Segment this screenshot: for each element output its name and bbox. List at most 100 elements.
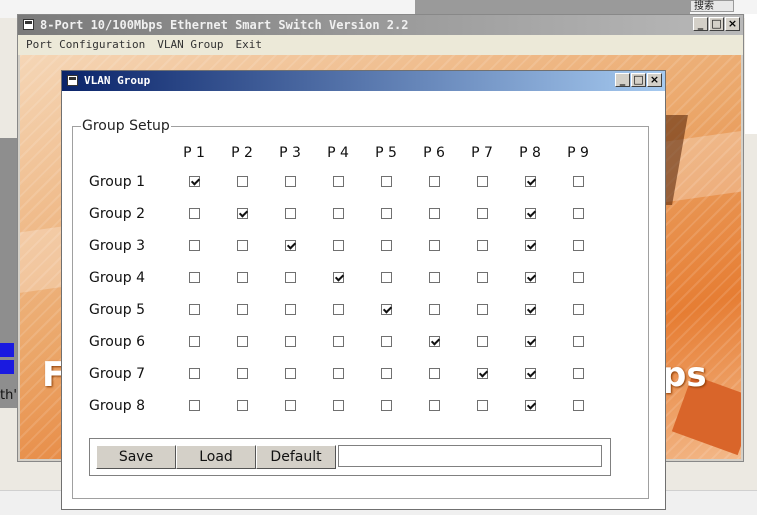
vlan-port-checkbox[interactable] <box>525 368 536 379</box>
vlan-port-checkbox[interactable] <box>333 400 344 411</box>
minimize-button[interactable]: _ <box>693 17 708 31</box>
save-button[interactable]: Save <box>96 445 176 469</box>
group-row-label: Group 5 <box>89 302 145 318</box>
vlan-port-checkbox[interactable] <box>573 208 584 219</box>
vlan-port-checkbox[interactable] <box>189 368 200 379</box>
vlan-port-checkbox[interactable] <box>525 240 536 251</box>
vlan-port-checkbox[interactable] <box>525 304 536 315</box>
vlan-port-checkbox[interactable] <box>477 240 488 251</box>
maximize-button[interactable]: □ <box>709 17 724 31</box>
vlan-port-checkbox[interactable] <box>381 336 392 347</box>
vlan-port-checkbox[interactable] <box>573 304 584 315</box>
vlan-port-checkbox[interactable] <box>573 176 584 187</box>
vlan-port-checkbox[interactable] <box>429 400 440 411</box>
dialog-close-button[interactable]: × <box>647 73 662 87</box>
vlan-port-checkbox[interactable] <box>525 400 536 411</box>
vlan-port-checkbox[interactable] <box>525 176 536 187</box>
vlan-port-checkbox[interactable] <box>285 208 296 219</box>
vlan-port-checkbox[interactable] <box>333 272 344 283</box>
vlan-port-checkbox[interactable] <box>189 304 200 315</box>
vlan-port-checkbox[interactable] <box>525 336 536 347</box>
vlan-port-checkbox[interactable] <box>429 304 440 315</box>
vlan-port-checkbox[interactable] <box>285 240 296 251</box>
vlan-port-checkbox[interactable] <box>429 368 440 379</box>
vlan-port-checkbox[interactable] <box>381 368 392 379</box>
vlan-port-checkbox[interactable] <box>381 208 392 219</box>
button-bar: Save Load Default <box>89 438 611 476</box>
background-search-button[interactable]: 搜索 <box>690 0 734 12</box>
vlan-port-checkbox[interactable] <box>285 176 296 187</box>
vlan-port-checkbox[interactable] <box>333 336 344 347</box>
vlan-port-checkbox[interactable] <box>525 208 536 219</box>
vlan-port-checkbox[interactable] <box>573 336 584 347</box>
vlan-port-checkbox[interactable] <box>237 336 248 347</box>
vlan-port-checkbox[interactable] <box>381 272 392 283</box>
vlan-port-checkbox[interactable] <box>381 240 392 251</box>
background-window-edge <box>415 0 690 14</box>
vlan-port-checkbox[interactable] <box>237 368 248 379</box>
main-window-titlebar[interactable]: 8-Port 10/100Mbps Ethernet Smart Switch … <box>18 15 743 35</box>
vlan-port-checkbox[interactable] <box>285 400 296 411</box>
vlan-port-checkbox[interactable] <box>477 304 488 315</box>
vlan-port-checkbox[interactable] <box>429 208 440 219</box>
vlan-port-checkbox[interactable] <box>477 272 488 283</box>
vlan-port-checkbox[interactable] <box>237 176 248 187</box>
menu-exit[interactable]: Exit <box>235 35 262 55</box>
vlan-port-checkbox[interactable] <box>477 208 488 219</box>
dialog-minimize-button[interactable]: _ <box>615 73 630 87</box>
vlan-port-checkbox[interactable] <box>189 208 200 219</box>
vlan-port-checkbox[interactable] <box>285 304 296 315</box>
vlan-port-checkbox[interactable] <box>189 400 200 411</box>
port-header: P 2 <box>231 145 253 161</box>
port-header: P 1 <box>183 145 205 161</box>
vlan-port-checkbox[interactable] <box>333 240 344 251</box>
vlan-port-checkbox[interactable] <box>429 176 440 187</box>
app-icon <box>23 19 34 30</box>
dialog-titlebar[interactable]: VLAN Group _ □ × <box>62 71 665 91</box>
vlan-port-checkbox[interactable] <box>333 304 344 315</box>
status-field[interactable] <box>338 445 602 467</box>
vlan-port-checkbox[interactable] <box>333 208 344 219</box>
vlan-port-checkbox[interactable] <box>189 176 200 187</box>
vlan-port-checkbox[interactable] <box>381 304 392 315</box>
vlan-port-checkbox[interactable] <box>285 336 296 347</box>
menu-port-configuration[interactable]: Port Configuration <box>26 35 145 55</box>
vlan-port-checkbox[interactable] <box>573 368 584 379</box>
menu-bar: Port Configuration VLAN Group Exit <box>18 35 743 55</box>
dialog-maximize-button[interactable]: □ <box>631 73 646 87</box>
vlan-port-checkbox[interactable] <box>189 240 200 251</box>
vlan-port-checkbox[interactable] <box>573 240 584 251</box>
vlan-port-checkbox[interactable] <box>237 272 248 283</box>
vlan-port-checkbox[interactable] <box>333 368 344 379</box>
vlan-port-checkbox[interactable] <box>477 368 488 379</box>
vlan-port-checkbox[interactable] <box>237 304 248 315</box>
vlan-port-checkbox[interactable] <box>189 272 200 283</box>
vlan-port-checkbox[interactable] <box>237 400 248 411</box>
vlan-port-checkbox[interactable] <box>429 272 440 283</box>
default-button[interactable]: Default <box>256 445 336 469</box>
port-header: P 8 <box>519 145 541 161</box>
port-header: P 5 <box>375 145 397 161</box>
vlan-port-checkbox[interactable] <box>333 176 344 187</box>
vlan-port-checkbox[interactable] <box>285 368 296 379</box>
menu-vlan-group[interactable]: VLAN Group <box>157 35 223 55</box>
close-button[interactable]: × <box>725 17 740 31</box>
vlan-port-checkbox[interactable] <box>381 176 392 187</box>
vlan-port-checkbox[interactable] <box>477 176 488 187</box>
vlan-port-checkbox[interactable] <box>429 336 440 347</box>
background-blue-square <box>0 360 14 374</box>
vlan-port-checkbox[interactable] <box>237 208 248 219</box>
vlan-port-checkbox[interactable] <box>477 336 488 347</box>
vlan-port-checkbox[interactable] <box>477 400 488 411</box>
vlan-port-checkbox[interactable] <box>237 240 248 251</box>
group-row-label: Group 8 <box>89 398 145 414</box>
vlan-port-checkbox[interactable] <box>285 272 296 283</box>
vlan-port-checkbox[interactable] <box>573 272 584 283</box>
vlan-port-checkbox[interactable] <box>573 400 584 411</box>
vlan-port-checkbox[interactable] <box>429 240 440 251</box>
vlan-port-checkbox[interactable] <box>525 272 536 283</box>
vlan-port-checkbox[interactable] <box>381 400 392 411</box>
load-button[interactable]: Load <box>176 445 256 469</box>
vlan-port-checkbox[interactable] <box>189 336 200 347</box>
group-row-label: Group 7 <box>89 366 145 382</box>
